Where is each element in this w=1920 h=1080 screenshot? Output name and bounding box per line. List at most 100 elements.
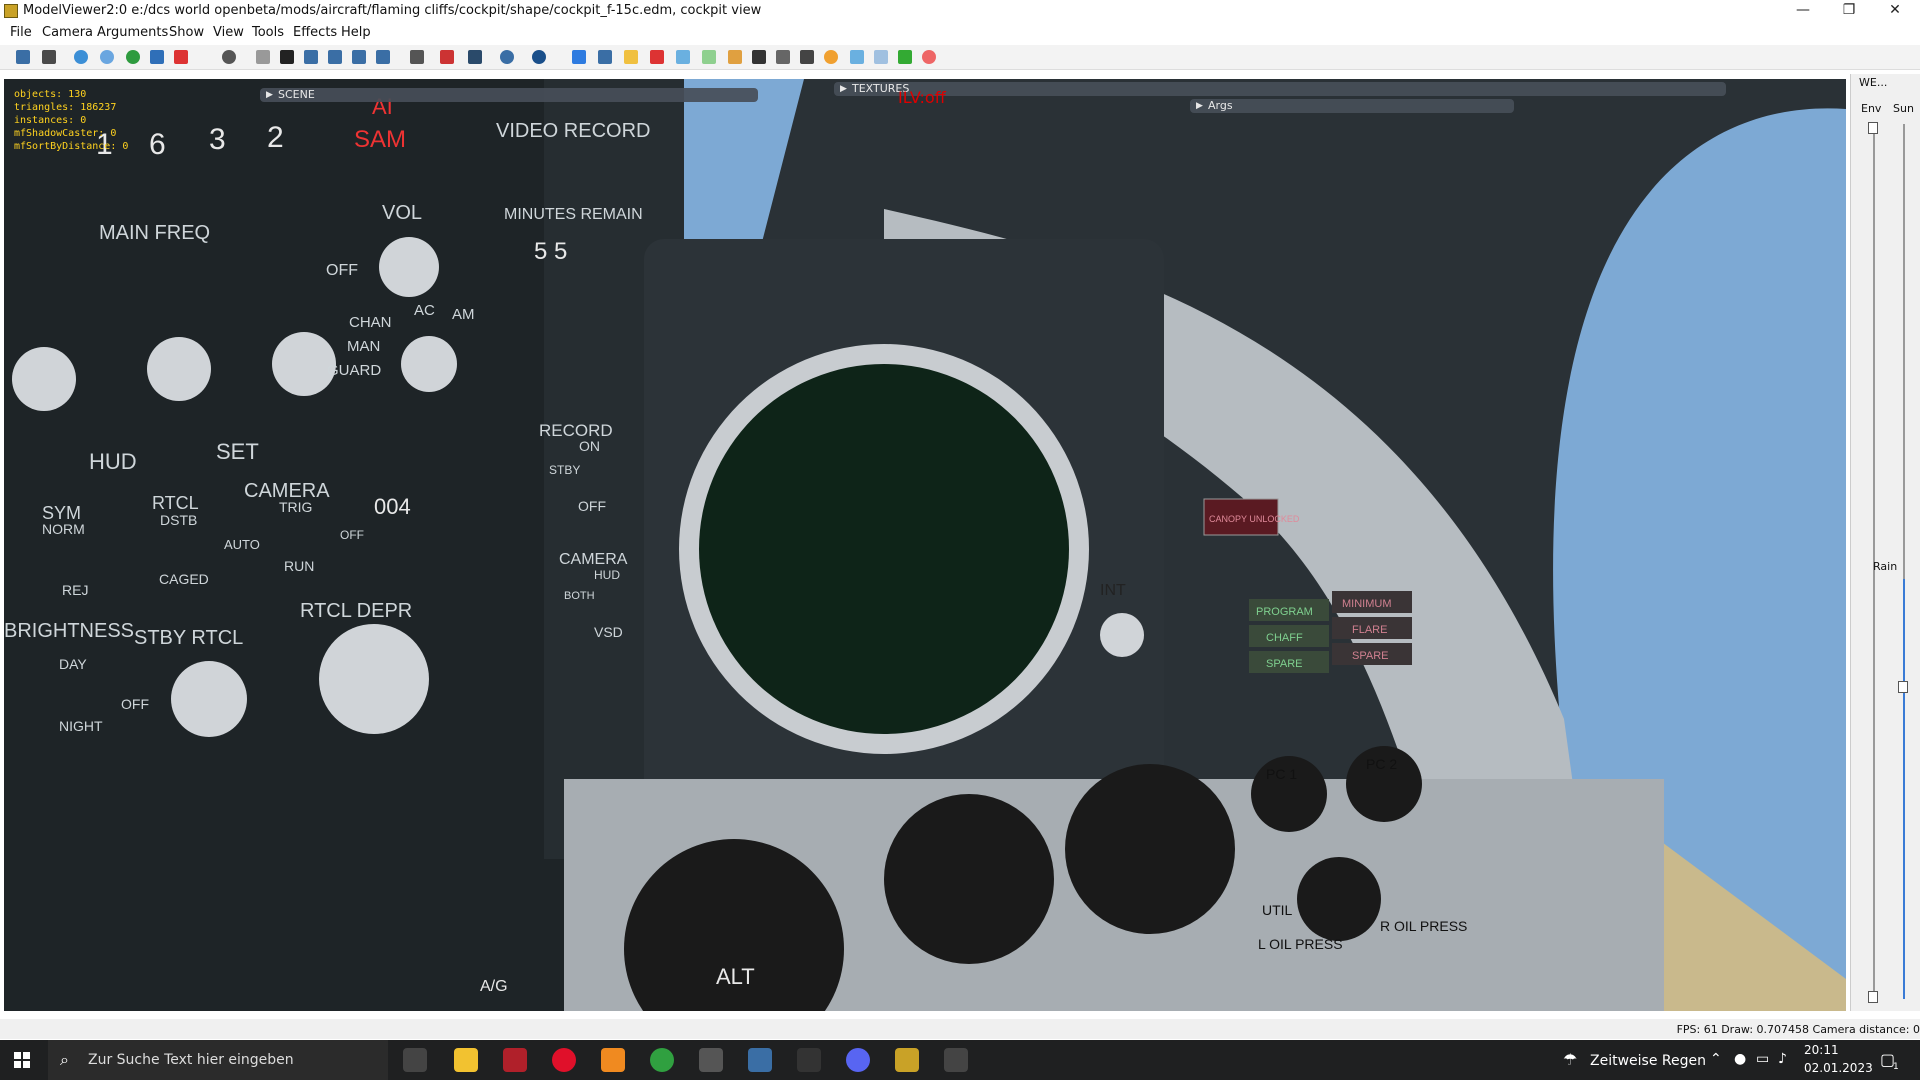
monitor-icon[interactable] bbox=[468, 50, 482, 64]
windows-start-icon[interactable] bbox=[14, 1052, 30, 1068]
rain-slider[interactable] bbox=[1873, 579, 1875, 999]
clock-time[interactable]: 20:11 bbox=[1804, 1043, 1839, 1057]
spare2-label: SPARE bbox=[1352, 650, 1388, 662]
opera-icon[interactable] bbox=[552, 1048, 576, 1072]
refresh-icon[interactable] bbox=[100, 50, 114, 64]
sphere-icon[interactable] bbox=[74, 50, 88, 64]
undo-icon[interactable] bbox=[500, 50, 514, 64]
args-panel[interactable]: ▶ Args bbox=[1190, 99, 1514, 113]
maximize-button[interactable]: ❐ bbox=[1826, 0, 1872, 22]
stat-sort-by-distance: mfSortByDistance: 0 bbox=[14, 141, 129, 152]
sun-intensity-slider[interactable] bbox=[1903, 579, 1905, 999]
camera-icon[interactable] bbox=[222, 50, 236, 64]
dcs-updater-icon[interactable] bbox=[944, 1048, 968, 1072]
close-button[interactable]: ✕ bbox=[1872, 0, 1918, 22]
menu-show[interactable]: Show bbox=[169, 25, 204, 40]
microphone-icon[interactable]: ● bbox=[1734, 1051, 1746, 1067]
menu-view[interactable]: View bbox=[213, 25, 244, 40]
search-placeholder: Zur Suche Text hier eingeben bbox=[88, 1052, 294, 1068]
texture-icon[interactable] bbox=[410, 50, 424, 64]
pdf-icon[interactable] bbox=[174, 50, 188, 64]
graph-icon[interactable] bbox=[728, 50, 742, 64]
layer-icon[interactable] bbox=[702, 50, 716, 64]
cube-icon[interactable] bbox=[598, 50, 612, 64]
scene-panel[interactable]: ▶ SCENE bbox=[260, 88, 758, 102]
knob-2 bbox=[147, 337, 211, 401]
menu-tools[interactable]: Tools bbox=[252, 25, 284, 40]
network-icon[interactable]: ▭ bbox=[1756, 1051, 1769, 1067]
l-oil-label: L OIL PRESS bbox=[1258, 936, 1343, 952]
notification-count: 1 bbox=[1893, 1062, 1899, 1072]
taskbar-search-box[interactable]: ⌕ Zur Suche Text hier eingeben bbox=[48, 1040, 388, 1080]
window-icon[interactable] bbox=[676, 50, 690, 64]
open-file-icon[interactable] bbox=[16, 50, 30, 64]
stby-rtcl-knob bbox=[171, 661, 247, 737]
table-icon[interactable] bbox=[874, 50, 888, 64]
sun-slider[interactable] bbox=[1903, 124, 1905, 624]
toolbar bbox=[0, 45, 1920, 70]
am-label: AM bbox=[452, 306, 475, 323]
norm-label: NORM bbox=[42, 521, 85, 537]
menu-camera[interactable]: Camera bbox=[42, 25, 93, 40]
box-icon[interactable] bbox=[650, 50, 664, 64]
folder-icon[interactable] bbox=[624, 50, 638, 64]
rpm-gauge-right bbox=[1065, 764, 1235, 934]
stby-label: STBY bbox=[549, 463, 580, 477]
rtcl-depr-label: RTCL DEPR bbox=[300, 600, 412, 622]
digit-4: 2 bbox=[267, 121, 284, 154]
weather-text[interactable]: Zeitweise Regen bbox=[1590, 1053, 1706, 1069]
reload-icon[interactable] bbox=[126, 50, 140, 64]
play-icon[interactable] bbox=[532, 50, 546, 64]
env-slider-handle[interactable] bbox=[1868, 122, 1878, 134]
video-record-label: VIDEO RECORD bbox=[496, 120, 650, 142]
chevron-up-icon[interactable]: ⌃ bbox=[1710, 1051, 1722, 1067]
minimize-button[interactable]: — bbox=[1780, 0, 1826, 22]
image-icon[interactable] bbox=[150, 50, 164, 64]
dcs-icon[interactable] bbox=[503, 1048, 527, 1072]
rtcl-label: RTCL bbox=[152, 493, 199, 513]
menu-effects[interactable]: Effects bbox=[293, 25, 337, 40]
settings-gear-icon[interactable] bbox=[699, 1048, 723, 1072]
menu-help[interactable]: Help bbox=[341, 25, 371, 40]
light-icon[interactable] bbox=[352, 50, 366, 64]
arrows-icon[interactable] bbox=[752, 50, 766, 64]
filter-icon[interactable] bbox=[304, 50, 318, 64]
guard-label: GUARD bbox=[327, 362, 381, 379]
menu-file[interactable]: File bbox=[10, 25, 32, 40]
set-label: SET bbox=[216, 439, 259, 464]
sun-icon[interactable] bbox=[824, 50, 838, 64]
bone-icon[interactable] bbox=[328, 50, 342, 64]
shader-icon[interactable] bbox=[440, 50, 454, 64]
textures-panel[interactable]: ▶ TEXTURES bbox=[834, 82, 1726, 96]
target-icon[interactable] bbox=[922, 50, 936, 64]
headset-icon[interactable] bbox=[797, 1048, 821, 1072]
speaker-icon[interactable] bbox=[376, 50, 390, 64]
xbox-icon[interactable] bbox=[650, 1048, 674, 1072]
crosshair-icon[interactable] bbox=[256, 50, 270, 64]
clock-date[interactable]: 02.01.2023 bbox=[1804, 1061, 1873, 1075]
sym-label: SYM bbox=[42, 503, 81, 523]
rej-label: REJ bbox=[62, 582, 88, 598]
modelviewer-icon[interactable] bbox=[895, 1048, 919, 1072]
minimum-label: MINIMUM bbox=[1342, 598, 1392, 610]
network-icon[interactable] bbox=[850, 50, 864, 64]
volume-icon[interactable]: ♪ bbox=[1778, 1051, 1787, 1067]
vehicle-icon[interactable] bbox=[800, 50, 814, 64]
vol-label: VOL bbox=[382, 202, 422, 224]
discord-icon[interactable] bbox=[846, 1048, 870, 1072]
sun-intensity-handle[interactable] bbox=[1898, 681, 1908, 693]
rain-slider-handle[interactable] bbox=[1868, 991, 1878, 1003]
file-explorer-icon[interactable] bbox=[454, 1048, 478, 1072]
task-view-icon[interactable] bbox=[403, 1048, 427, 1072]
person-icon[interactable] bbox=[776, 50, 790, 64]
chart-icon[interactable] bbox=[572, 50, 586, 64]
weather-icon[interactable]: ☂ bbox=[1563, 1050, 1577, 1069]
app-window-icon[interactable] bbox=[748, 1048, 772, 1072]
env-slider[interactable] bbox=[1873, 124, 1875, 624]
grid-icon[interactable] bbox=[280, 50, 294, 64]
media-player-icon[interactable] bbox=[601, 1048, 625, 1072]
menu-arguments[interactable]: Arguments bbox=[97, 25, 168, 40]
3d-viewport[interactable]: AI SAM VIDEO RECORD MINUTES REMAIN 5 5 M… bbox=[4, 79, 1846, 1011]
save-icon[interactable] bbox=[42, 50, 56, 64]
dots-grid-icon[interactable] bbox=[898, 50, 912, 64]
